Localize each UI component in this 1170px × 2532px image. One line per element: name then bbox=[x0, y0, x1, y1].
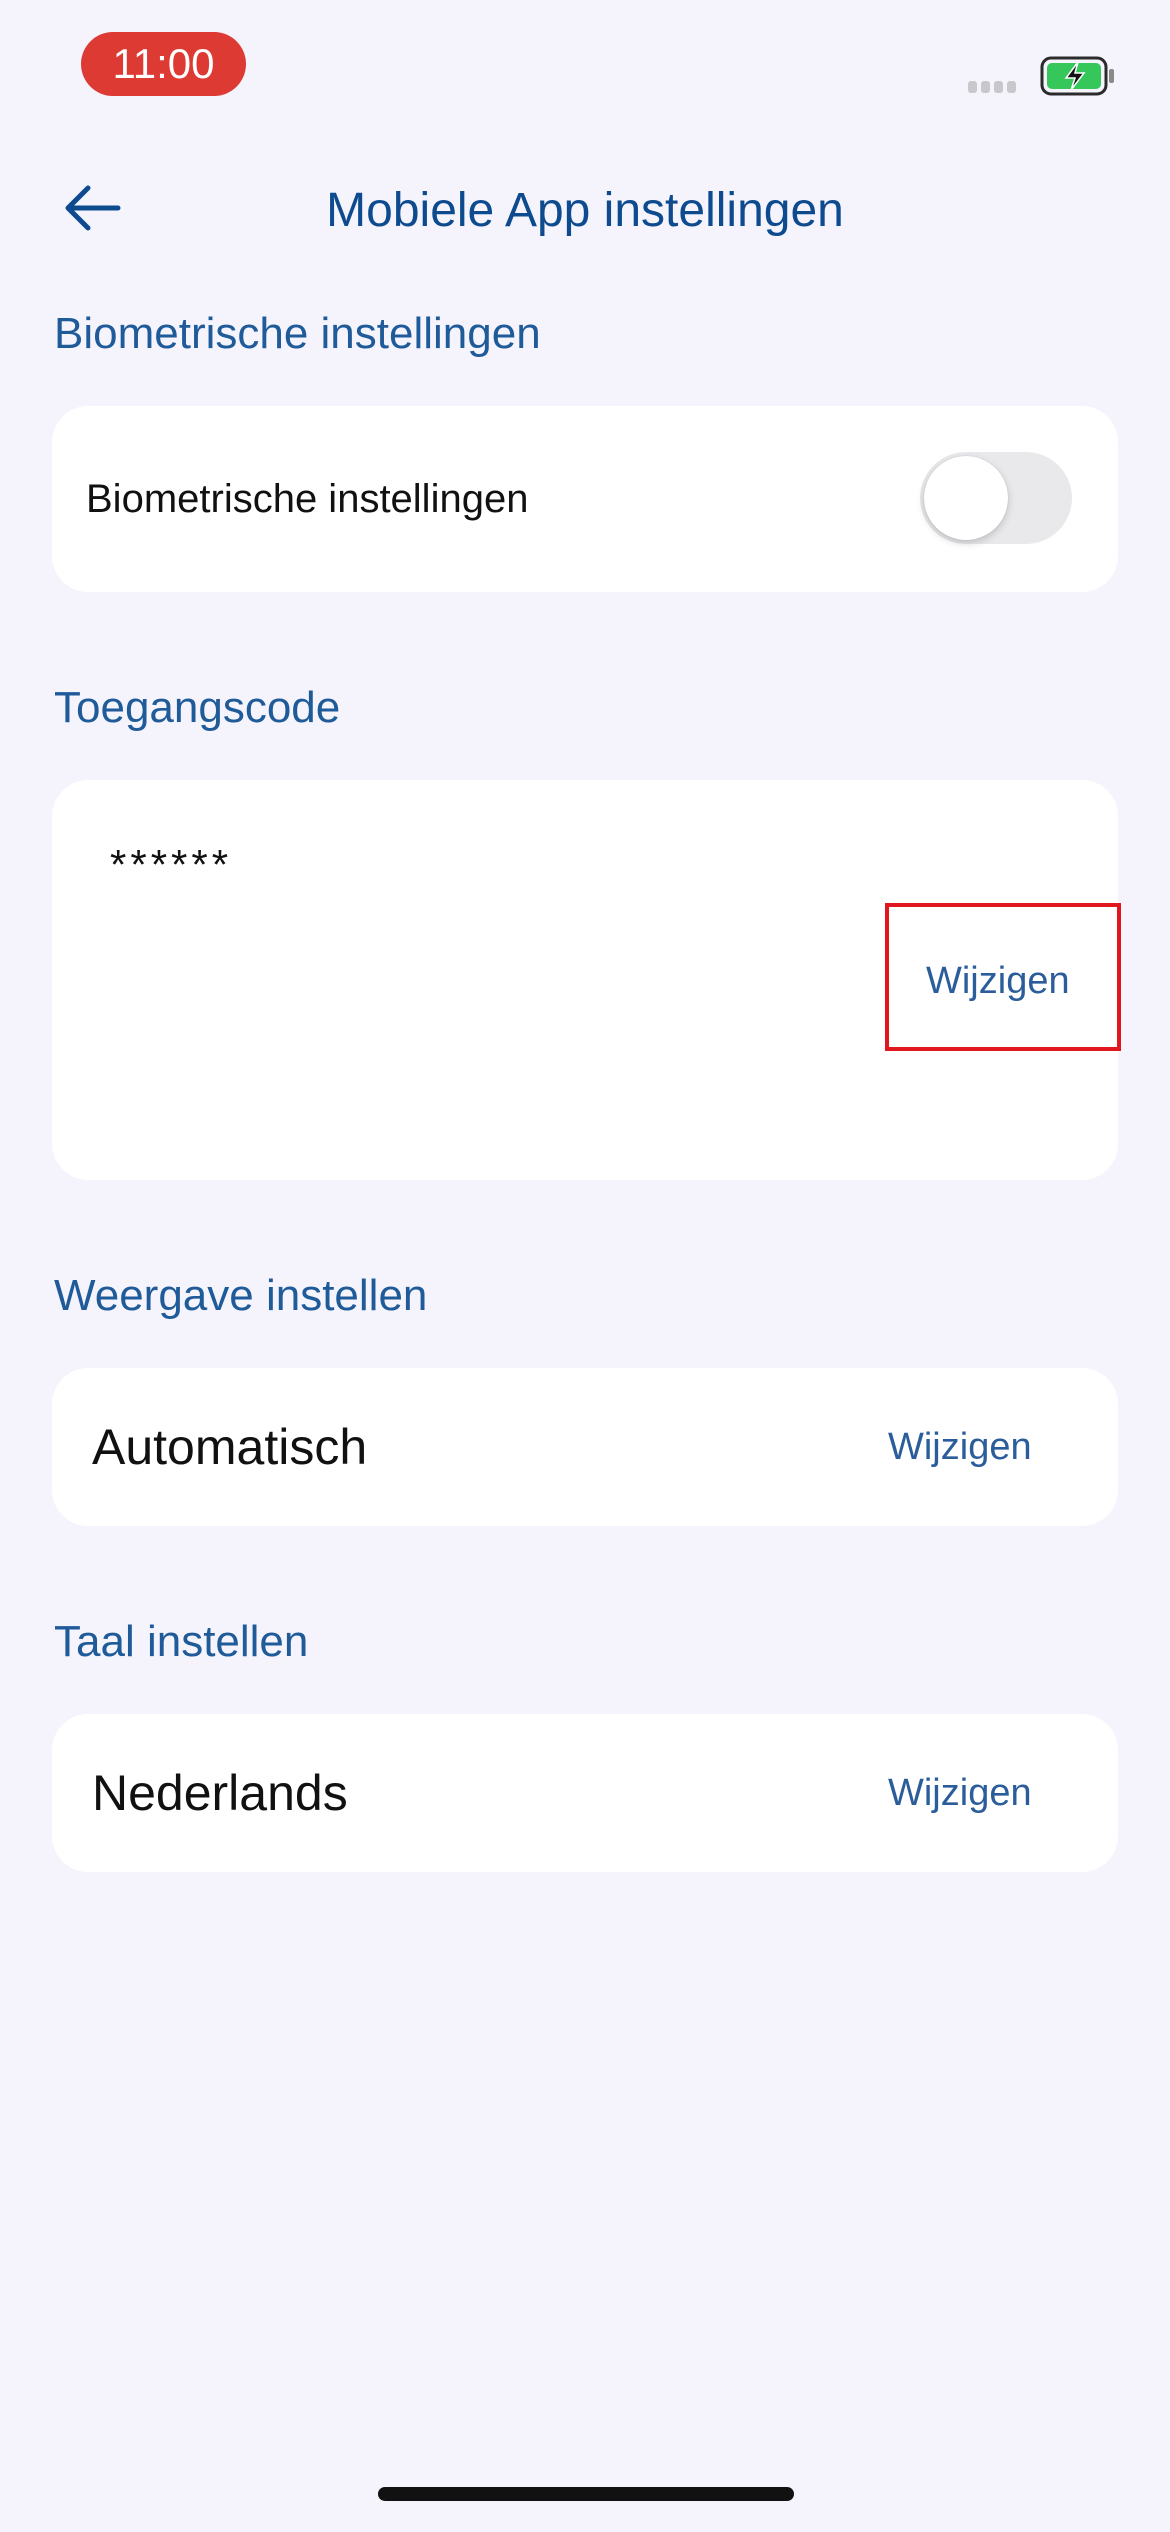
section-title-passcode: Toegangscode bbox=[54, 683, 341, 732]
home-indicator[interactable] bbox=[378, 2487, 794, 2501]
section-title-biometric: Biometrische instellingen bbox=[54, 309, 541, 358]
page-title: Mobiele App instellingen bbox=[326, 184, 844, 237]
display-value: Automatisch bbox=[92, 1419, 368, 1475]
display-change-button[interactable]: Wijzigen bbox=[888, 1420, 1032, 1474]
cellular-signal-icon bbox=[968, 80, 1022, 93]
passcode-masked-value: ****** bbox=[110, 841, 233, 888]
back-button[interactable] bbox=[48, 170, 138, 250]
display-card: Automatisch Wijzigen bbox=[52, 1368, 1118, 1526]
highlight-frame bbox=[885, 903, 1121, 1051]
biometric-toggle[interactable] bbox=[920, 452, 1072, 544]
section-title-display: Weergave instellen bbox=[54, 1271, 428, 1320]
status-time: 11:00 bbox=[81, 32, 246, 96]
language-value: Nederlands bbox=[92, 1765, 348, 1821]
battery-charging-icon bbox=[1040, 56, 1116, 96]
language-change-button[interactable]: Wijzigen bbox=[888, 1766, 1032, 1820]
language-card: Nederlands Wijzigen bbox=[52, 1714, 1118, 1872]
section-title-language: Taal instellen bbox=[54, 1617, 309, 1666]
biometric-row-label: Biometrische instellingen bbox=[86, 477, 529, 521]
toggle-knob bbox=[924, 456, 1008, 540]
arrow-left-icon bbox=[65, 185, 121, 231]
